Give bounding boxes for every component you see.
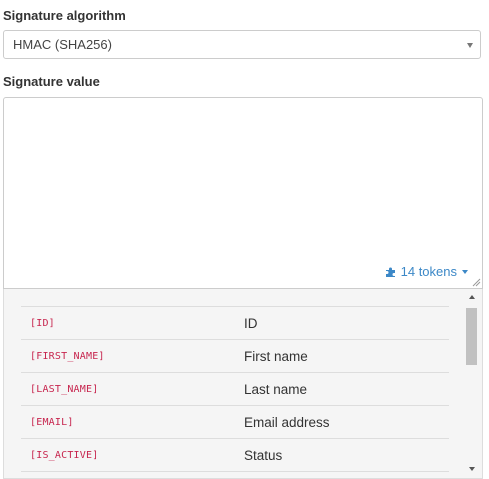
chevron-down-icon bbox=[467, 43, 473, 48]
tokens-panel: [ID] ID [FIRST_NAME] First name [LAST_NA… bbox=[3, 289, 483, 479]
token-description: Last name bbox=[244, 381, 308, 397]
token-code: [IS_ACTIVE] bbox=[30, 449, 99, 461]
signature-value-textarea[interactable]: 14 tokens bbox=[3, 97, 483, 289]
signature-algorithm-label: Signature algorithm bbox=[3, 8, 126, 23]
scrollbar-thumb[interactable] bbox=[466, 308, 477, 365]
token-row[interactable]: [FIRST_NAME] First name bbox=[21, 340, 449, 373]
resize-handle-icon[interactable] bbox=[472, 278, 481, 287]
token-row[interactable]: [LAST_NAME] Last name bbox=[21, 373, 449, 406]
scroll-down-arrow-icon[interactable] bbox=[469, 467, 475, 471]
token-code: [EMAIL] bbox=[30, 416, 74, 428]
token-description: ID bbox=[244, 315, 258, 331]
scroll-up-arrow-icon[interactable] bbox=[469, 295, 475, 299]
token-code: [FIRST_NAME] bbox=[30, 350, 105, 362]
tokens-link-label: 14 tokens bbox=[400, 264, 457, 279]
token-description: Status bbox=[244, 447, 283, 463]
token-code: [LAST_NAME] bbox=[30, 383, 99, 395]
token-description: Email address bbox=[244, 414, 330, 430]
signature-value-label: Signature value bbox=[3, 74, 100, 89]
signature-algorithm-selected: HMAC (SHA256) bbox=[13, 37, 112, 52]
signature-algorithm-select[interactable]: HMAC (SHA256) bbox=[3, 30, 481, 59]
token-row[interactable]: [ID] ID bbox=[21, 307, 449, 340]
token-row[interactable]: [EMAIL] Email address bbox=[21, 406, 449, 439]
tokens-link[interactable]: 14 tokens bbox=[385, 264, 468, 279]
caret-down-icon bbox=[462, 269, 468, 274]
tokens-list: [ID] ID [FIRST_NAME] First name [LAST_NA… bbox=[21, 306, 449, 472]
puzzle-icon bbox=[385, 267, 395, 277]
tokens-scrollbar[interactable] bbox=[466, 291, 479, 477]
token-row[interactable]: [IS_ACTIVE] Status bbox=[21, 439, 449, 472]
token-code: [ID] bbox=[30, 317, 55, 329]
token-description: First name bbox=[244, 348, 308, 364]
